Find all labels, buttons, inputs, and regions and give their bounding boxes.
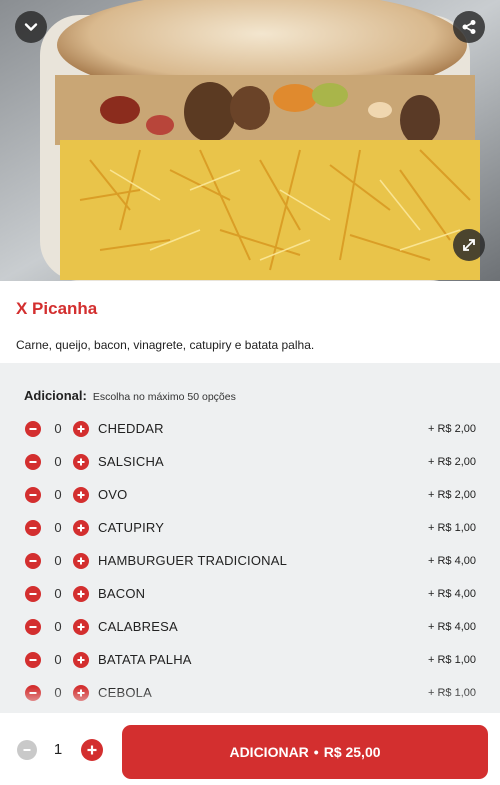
addon-price: + R$ 1,00	[427, 522, 476, 534]
minus-icon	[29, 494, 37, 496]
addon-price: + R$ 4,00	[427, 588, 476, 600]
minus-icon	[29, 593, 37, 595]
addon-price: + R$ 2,00	[427, 489, 476, 501]
addon-decrease-button[interactable]	[25, 619, 41, 635]
share-icon	[462, 20, 476, 34]
addon-quantity: 0	[54, 652, 62, 667]
addon-name: CHEDDAR	[98, 421, 164, 436]
minus-icon	[29, 428, 37, 430]
addon-increase-button[interactable]	[73, 586, 89, 602]
addon-decrease-button[interactable]	[25, 421, 41, 437]
addon-price: + R$ 4,00	[427, 555, 476, 567]
addon-price: + R$ 4,00	[427, 621, 476, 633]
product-photo	[0, 0, 500, 281]
plus-icon	[87, 745, 97, 755]
minus-icon	[29, 527, 37, 529]
addon-quantity: 0	[54, 454, 62, 469]
minus-icon	[29, 560, 37, 562]
addon-row: 0 CALABRESA + R$ 4,00	[0, 611, 500, 644]
addons-section: Adicional: Escolha no máximo 50 opções 0…	[0, 363, 500, 713]
expand-icon	[463, 239, 475, 251]
chevron-down-icon	[24, 23, 38, 31]
addon-decrease-button[interactable]	[25, 520, 41, 536]
addon-name: CALABRESA	[98, 619, 178, 634]
addon-increase-button[interactable]	[73, 454, 89, 470]
addon-name: HAMBURGUER TRADICIONAL	[98, 553, 288, 568]
addons-label: Adicional:	[24, 388, 87, 403]
plus-icon	[77, 656, 85, 664]
addon-price: + R$ 2,00	[427, 456, 476, 468]
plus-icon	[77, 425, 85, 433]
addon-price: + R$ 2,00	[427, 423, 476, 435]
addon-increase-button[interactable]	[73, 553, 89, 569]
addon-name: CATUPIRY	[98, 520, 165, 535]
plus-icon	[77, 557, 85, 565]
addon-quantity: 0	[54, 487, 62, 502]
addons-list: 0 CHEDDAR + R$ 2,00 0 SALSICHA + R$ 2,00	[0, 413, 500, 710]
share-button[interactable]	[453, 11, 485, 43]
addon-row: 0 CEBOLA + R$ 1,00	[0, 677, 500, 710]
addon-row: 0 BATATA PALHA + R$ 1,00	[0, 644, 500, 677]
plus-icon	[77, 689, 85, 697]
addon-increase-button[interactable]	[73, 421, 89, 437]
expand-button[interactable]	[453, 229, 485, 261]
addon-name: CEBOLA	[98, 685, 152, 700]
plus-icon	[77, 590, 85, 598]
footer-bar: 1 ADICIONAR • R$ 25,00	[0, 713, 500, 785]
addon-quantity: 0	[54, 520, 62, 535]
minus-icon	[29, 692, 37, 694]
addon-decrease-button[interactable]	[25, 685, 41, 701]
collapse-button[interactable]	[15, 11, 47, 43]
addon-increase-button[interactable]	[73, 520, 89, 536]
addon-price: + R$ 1,00	[427, 654, 476, 666]
minus-icon	[29, 461, 37, 463]
addon-increase-button[interactable]	[73, 487, 89, 503]
addon-increase-button[interactable]	[73, 619, 89, 635]
add-to-cart-button[interactable]: ADICIONAR • R$ 25,00	[122, 725, 488, 779]
addon-decrease-button[interactable]	[25, 553, 41, 569]
addon-decrease-button[interactable]	[25, 586, 41, 602]
addon-row: 0 CATUPIRY + R$ 1,00	[0, 512, 500, 545]
addon-name: BACON	[98, 586, 146, 601]
addon-decrease-button[interactable]	[25, 652, 41, 668]
addon-decrease-button[interactable]	[25, 454, 41, 470]
minus-icon	[23, 749, 31, 751]
product-description: Carne, queijo, bacon, vinagrete, catupir…	[16, 338, 315, 352]
addon-row: 0 BACON + R$ 4,00	[0, 578, 500, 611]
addon-row: 0 HAMBURGUER TRADICIONAL + R$ 4,00	[0, 545, 500, 578]
addon-row: 0 CHEDDAR + R$ 2,00	[0, 413, 500, 446]
plus-icon	[77, 491, 85, 499]
addon-increase-button[interactable]	[73, 685, 89, 701]
addon-quantity: 0	[54, 586, 62, 601]
addons-hint: Escolha no máximo 50 opções	[92, 391, 236, 403]
addon-price: + R$ 1,00	[427, 687, 476, 699]
quantity-decrease-button[interactable]	[17, 740, 37, 760]
addon-quantity: 0	[54, 421, 62, 436]
minus-icon	[29, 626, 37, 628]
product-title: X Picanha	[16, 299, 98, 318]
add-button-total: R$ 25,00	[323, 744, 381, 760]
addon-row: 0 SALSICHA + R$ 2,00	[0, 446, 500, 479]
plus-icon	[77, 524, 85, 532]
addon-decrease-button[interactable]	[25, 487, 41, 503]
addon-quantity: 0	[54, 685, 62, 700]
addon-quantity: 0	[54, 553, 62, 568]
plus-icon	[77, 623, 85, 631]
quantity-increase-button[interactable]	[81, 739, 103, 761]
add-button-separator: •	[313, 744, 319, 760]
addon-name: OVO	[98, 487, 128, 502]
addon-name: SALSICHA	[98, 454, 164, 469]
plus-icon	[77, 458, 85, 466]
minus-icon	[29, 659, 37, 661]
addon-name: BATATA PALHA	[98, 652, 192, 667]
addons-header: Adicional: Escolha no máximo 50 opções	[24, 388, 236, 403]
addon-increase-button[interactable]	[73, 652, 89, 668]
addon-quantity: 0	[54, 619, 62, 634]
sandwich-photo	[0, 0, 500, 281]
quantity-value: 1	[53, 741, 63, 758]
add-button-label: ADICIONAR	[229, 744, 309, 760]
addon-row: 0 OVO + R$ 2,00	[0, 479, 500, 512]
